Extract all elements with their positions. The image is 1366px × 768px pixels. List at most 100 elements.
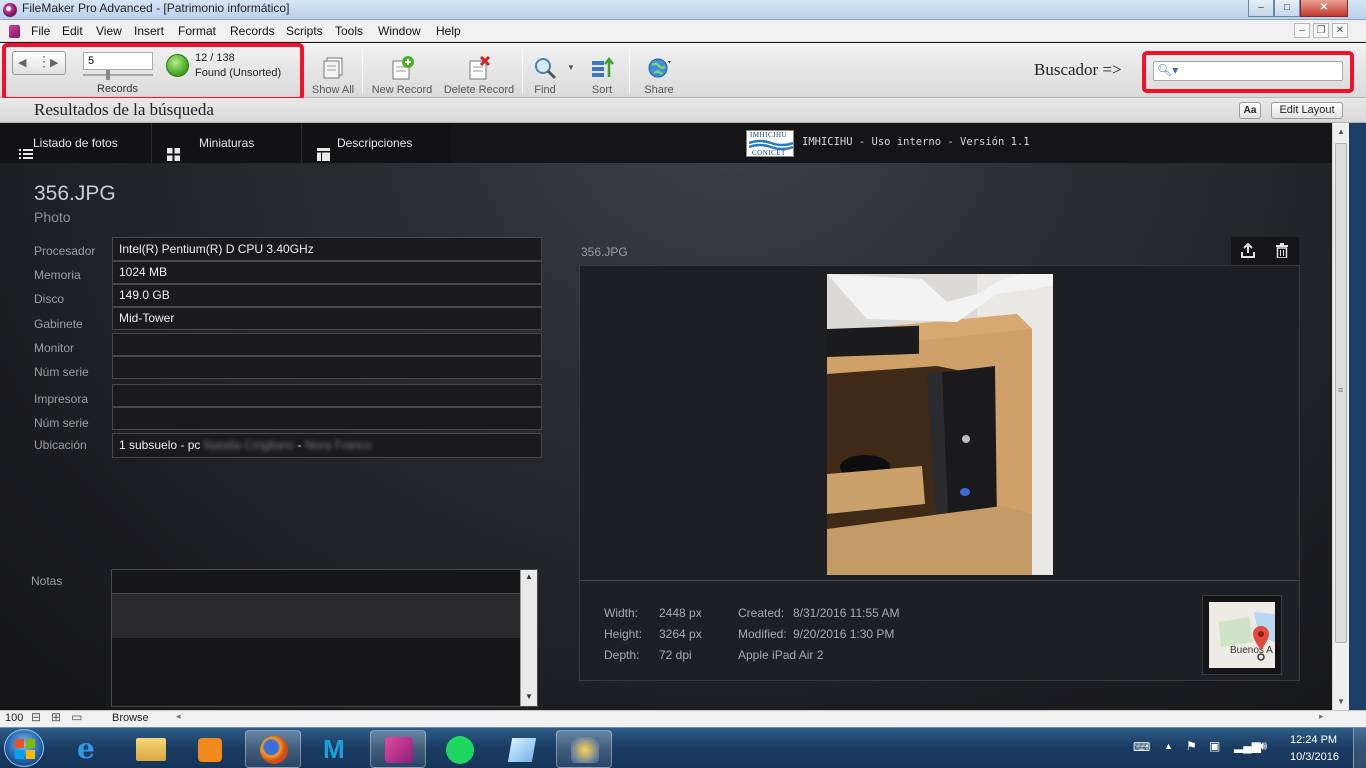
delete-record-label: Delete Record [443, 84, 515, 96]
scroll-track[interactable]: ▲ ≡ ▼ [1332, 123, 1349, 710]
window-vertical-scrollbar[interactable]: ▲ ≡ ▼ [1332, 123, 1366, 710]
taskbar-filemaker[interactable] [370, 730, 426, 768]
field-label-impresora: Impresora [34, 392, 89, 406]
menu-help[interactable]: Help [436, 24, 461, 38]
maximize-button[interactable]: □ [1274, 0, 1300, 17]
delete-photo-button[interactable] [1265, 237, 1299, 265]
taskbar-notepad[interactable] [494, 730, 550, 768]
taskbar-spotify[interactable] [432, 730, 488, 768]
record-number-input[interactable] [83, 52, 153, 70]
show-hidden-icons[interactable]: ▲ [1164, 741, 1173, 751]
field-num-serie-impresora[interactable] [112, 407, 542, 430]
network-icon[interactable]: ▂▄▆ [1234, 739, 1261, 753]
find-button[interactable]: Find [528, 43, 562, 96]
show-all-button[interactable]: Show All [308, 43, 358, 96]
device-tray-icon[interactable]: ▣ [1209, 739, 1220, 753]
volume-icon[interactable]: 🔊︎ [1259, 738, 1267, 754]
tab-miniaturas[interactable]: Miniaturas [152, 123, 302, 163]
clock-time[interactable]: 12:24 PM [1290, 734, 1337, 746]
menu-window[interactable]: Window [378, 24, 421, 38]
menu-view[interactable]: View [96, 24, 122, 38]
found-count: 12 / 138 [195, 52, 235, 64]
share-globe-icon [646, 55, 672, 81]
photo-image[interactable] [827, 274, 1053, 575]
delete-record-button[interactable]: Delete Record [441, 43, 517, 96]
menu-insert[interactable]: Insert [134, 24, 164, 38]
text-formatting-button[interactable]: Aa [1239, 102, 1261, 119]
quick-find-icon[interactable]: 🔍︎▾ [1157, 63, 1178, 77]
edit-layout-button[interactable]: Edit Layout [1271, 102, 1343, 119]
start-button[interactable] [4, 729, 44, 767]
field-disco[interactable]: 149.0 GB [112, 284, 542, 307]
field-impresora[interactable] [112, 384, 542, 407]
export-button[interactable] [1231, 237, 1265, 265]
book-icon: ⋮ [37, 53, 51, 69]
layout-content: Listado de fotos Miniaturas Descripcione… [0, 123, 1332, 710]
taskbar-app-active[interactable] [556, 730, 612, 768]
tab-label: Listado de fotos [33, 136, 118, 150]
taskbar-app-m[interactable]: M [308, 730, 364, 768]
menu-format[interactable]: Format [178, 24, 216, 38]
doc-minimize-button[interactable]: – [1294, 23, 1310, 38]
menu-edit[interactable]: Edit [62, 24, 83, 38]
action-center-icon[interactable]: ⚑ [1186, 739, 1197, 753]
doc-close-button[interactable]: ✕ [1332, 23, 1348, 38]
tab-listado-de-fotos[interactable]: Listado de fotos [0, 123, 152, 163]
new-record-button[interactable]: New Record [369, 43, 435, 96]
hscroll-right-icon[interactable]: ▸ [1319, 711, 1324, 722]
mode-indicator[interactable]: Browse [112, 712, 149, 724]
quick-find-input[interactable] [1180, 63, 1340, 79]
menu-file[interactable]: File [31, 24, 50, 38]
hscroll-left-icon[interactable]: ◂ [176, 711, 181, 722]
scroll-down-icon[interactable]: ▼ [525, 692, 533, 701]
field-ubicacion[interactable]: 1 subsuelo - pc Natalia Cirigliano - Nor… [112, 433, 542, 458]
menu-tools[interactable]: Tools [335, 24, 363, 38]
record-slider-track[interactable] [83, 74, 153, 76]
taskbar-explorer[interactable] [122, 730, 178, 768]
taskbar-internet-explorer[interactable]: e [62, 730, 118, 768]
notes-field[interactable]: ▲ ▼ [111, 569, 538, 707]
notes-scrollbar[interactable]: ▲ ▼ [520, 570, 537, 706]
share-button[interactable]: Share [640, 43, 678, 96]
window-title-bar: FileMaker Pro Advanced - [Patrimonio inf… [0, 0, 1366, 20]
field-memoria[interactable]: 1024 MB [112, 261, 542, 284]
minimize-button[interactable]: – [1248, 0, 1274, 17]
previous-record-icon[interactable]: ◀ [18, 56, 26, 69]
find-dropdown-icon[interactable]: ▼ [567, 63, 575, 72]
quick-find-box[interactable]: 🔍︎▾ [1153, 61, 1343, 81]
zoom-out-icon[interactable]: ⊟ [31, 710, 41, 724]
show-desktop-button[interactable] [1353, 728, 1366, 768]
scroll-up-icon[interactable]: ▲ [525, 572, 533, 581]
book-navigator[interactable]: ◀ ⋮ ▶ [12, 51, 66, 75]
tab-descripciones[interactable]: Descripciones [302, 123, 451, 163]
filemaker-app-icon [3, 3, 17, 17]
scroll-grip-icon: ≡ [1338, 385, 1344, 395]
keyboard-tray-icon[interactable]: ⌨ [1133, 740, 1150, 754]
scroll-up-icon[interactable]: ▲ [1337, 127, 1345, 136]
record-slider-handle[interactable] [106, 70, 110, 80]
toggle-toolbar-icon[interactable]: ▭ [71, 710, 82, 724]
document-icon[interactable] [9, 25, 20, 38]
zoom-in-icon[interactable]: ⊞ [51, 710, 61, 724]
zoom-level[interactable]: 100 [5, 712, 23, 724]
field-procesador[interactable]: Intel(R) Pentium(R) D CPU 3.40GHz [112, 237, 542, 261]
menu-records[interactable]: Records [230, 24, 275, 38]
windows-taskbar: e M ⌨ ▲ ⚑ ▣ ▂▄▆ 🔊︎ 12:24 PM 10/3/2016 [0, 727, 1366, 768]
field-gabinete[interactable]: Mid-Tower [112, 307, 542, 330]
menu-scripts[interactable]: Scripts [286, 24, 323, 38]
clock-date[interactable]: 10/3/2016 [1290, 751, 1339, 763]
field-num-serie-monitor[interactable] [112, 356, 542, 379]
scroll-down-icon[interactable]: ▼ [1337, 697, 1345, 706]
field-monitor[interactable] [112, 333, 542, 356]
close-button[interactable]: ✕ [1300, 0, 1348, 17]
sort-button[interactable]: Sort [586, 43, 618, 96]
windows-logo-icon [15, 739, 35, 759]
taskbar-media-player[interactable] [182, 730, 238, 768]
next-record-icon[interactable]: ▶ [50, 56, 58, 69]
share-label: Share [644, 84, 674, 96]
doc-restore-button[interactable]: ❐ [1313, 23, 1329, 38]
taskbar-firefox[interactable] [245, 730, 301, 768]
location-map-frame[interactable]: Buenos A [1202, 595, 1282, 675]
location-map[interactable]: Buenos A [1209, 602, 1275, 668]
show-all-icon [320, 55, 346, 81]
